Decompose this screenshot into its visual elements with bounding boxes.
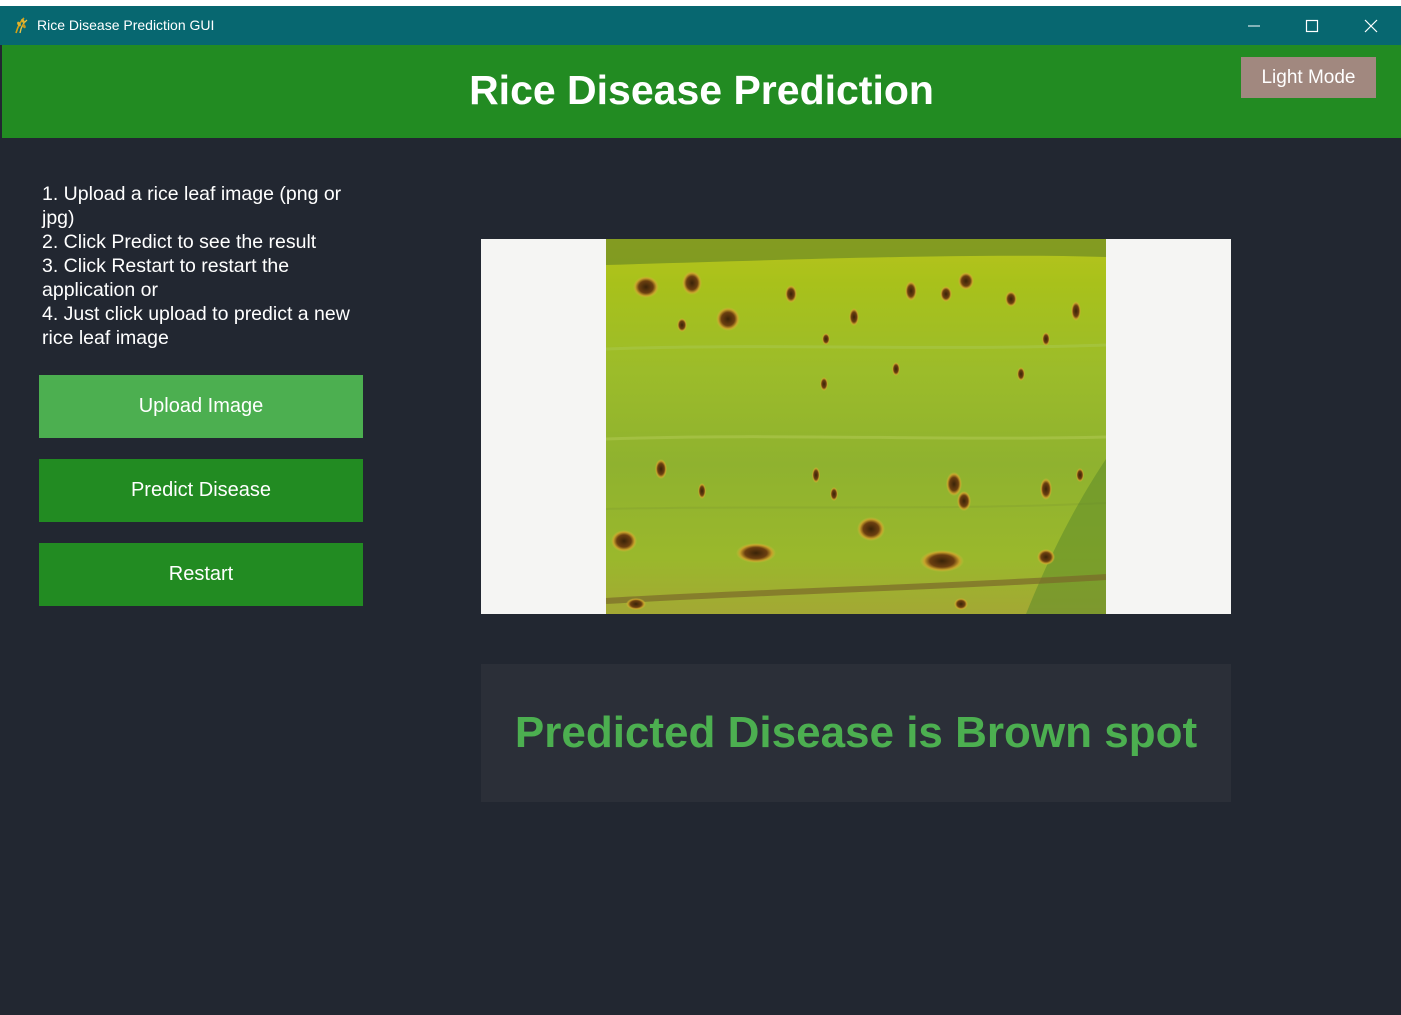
- close-button[interactable]: [1342, 6, 1400, 45]
- header-bar: Rice Disease Prediction Light Mode: [2, 45, 1401, 138]
- app-window: Rice Disease Prediction GUI Rice Disease…: [0, 6, 1401, 1015]
- instructions: 1. Upload a rice leaf image (png or jpg)…: [42, 182, 372, 350]
- upload-image-button[interactable]: Upload Image: [39, 375, 363, 438]
- rice-leaf-image: [606, 239, 1106, 614]
- instruction-step: 1. Upload a rice leaf image (png or jpg): [42, 183, 342, 229]
- prediction-result-text: Predicted Disease is Brown spot: [514, 708, 1198, 757]
- rice-app-icon: [15, 17, 28, 34]
- instruction-step: 2. Click Predict to see the result: [42, 231, 317, 253]
- prediction-result-box: Predicted Disease is Brown spot: [481, 664, 1231, 802]
- instruction-step: 4. Just click upload to predict a new ri…: [42, 303, 350, 349]
- maximize-button[interactable]: [1283, 6, 1341, 45]
- close-icon: [1364, 19, 1378, 33]
- page-title: Rice Disease Prediction: [469, 67, 934, 113]
- predict-disease-button[interactable]: Predict Disease: [39, 459, 363, 522]
- minimize-button[interactable]: [1225, 6, 1283, 45]
- maximize-icon: [1305, 19, 1319, 33]
- light-mode-button[interactable]: Light Mode: [1241, 57, 1376, 98]
- instruction-step: 3. Click Restart to restart the applicat…: [42, 255, 290, 301]
- image-preview-panel: [481, 239, 1231, 614]
- minimize-icon: [1248, 25, 1260, 27]
- window-title: Rice Disease Prediction GUI: [37, 17, 215, 33]
- title-bar[interactable]: Rice Disease Prediction GUI: [0, 6, 1401, 45]
- restart-button[interactable]: Restart: [39, 543, 363, 606]
